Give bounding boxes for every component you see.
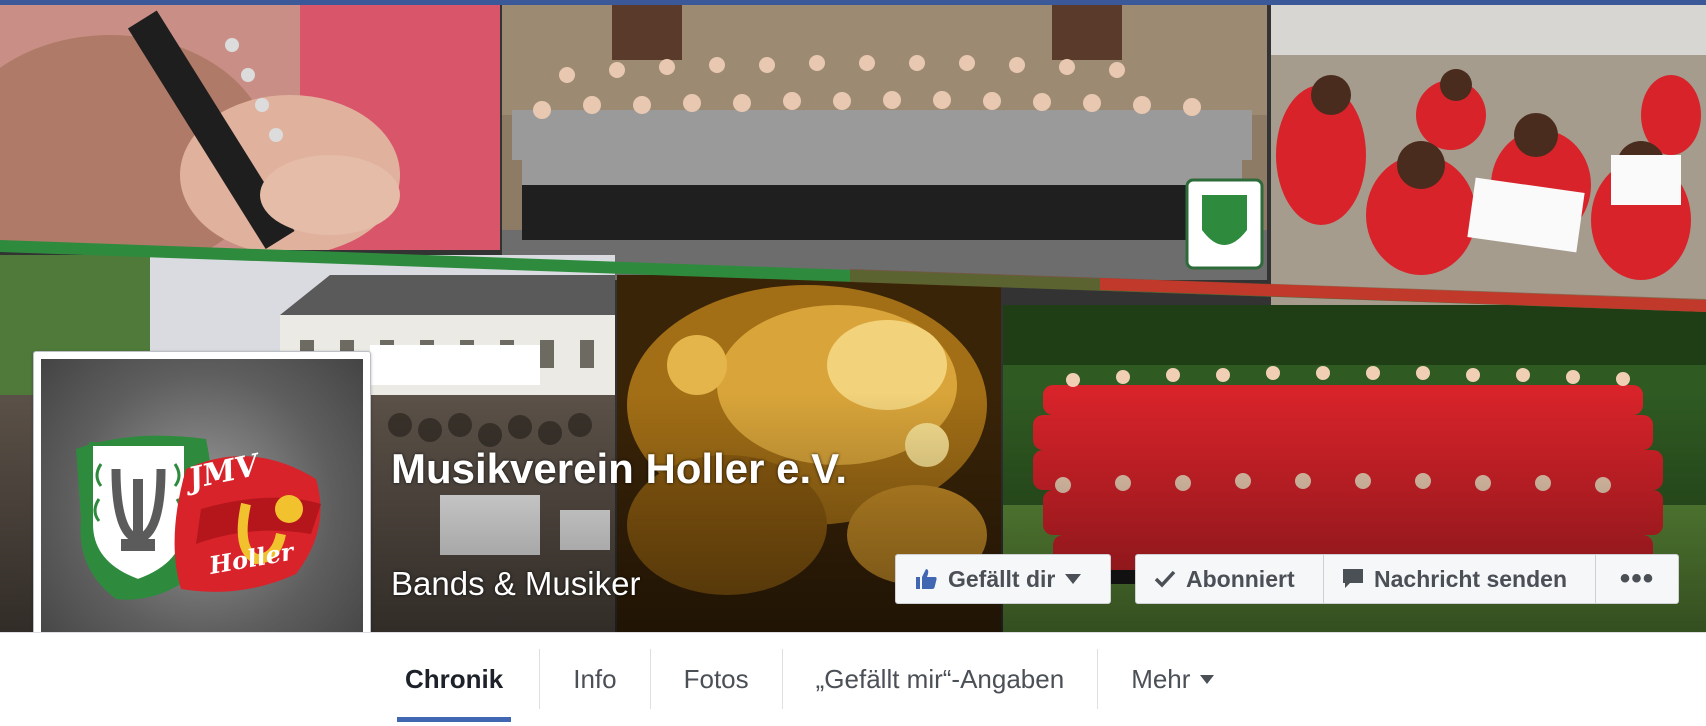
- chevron-down-icon: [1065, 574, 1082, 584]
- subscribed-button[interactable]: Abonniert: [1136, 555, 1324, 603]
- like-button-label: Gefällt dir: [948, 565, 1056, 592]
- chevron-down-icon: [1200, 675, 1215, 684]
- page-actions-group: Abonniert Nachricht senden •••: [1135, 554, 1679, 604]
- tab-mehr[interactable]: Mehr: [1098, 633, 1247, 726]
- speech-bubble-icon: [1343, 569, 1363, 588]
- more-options-button[interactable]: •••: [1596, 555, 1678, 603]
- thumbs-up-icon: [916, 569, 937, 589]
- tab-label: Fotos: [683, 664, 749, 694]
- cover-stripe: [0, 240, 1706, 312]
- tab-info[interactable]: Info: [540, 633, 649, 726]
- tab-chronik[interactable]: Chronik: [397, 633, 512, 726]
- tab-label: Mehr: [1131, 664, 1191, 694]
- tab-label: Chronik: [405, 664, 504, 694]
- tab-fotos[interactable]: Fotos: [651, 633, 782, 726]
- cover-photo-band-uniform: [502, 5, 1267, 280]
- more-icon: •••: [1619, 562, 1655, 595]
- like-button[interactable]: Gefällt dir: [895, 554, 1111, 604]
- checkmark-icon: [1154, 570, 1176, 588]
- page-nav-bar: Chronik Info Fotos „Gefällt mir“-Angaben…: [0, 632, 1706, 726]
- page-tabs: Chronik Info Fotos „Gefällt mir“-Angaben…: [397, 633, 1247, 726]
- page-category[interactable]: Bands & Musiker: [391, 565, 640, 603]
- page-title-container: Musikverein Holler e.V.: [391, 440, 871, 498]
- tab-label: Info: [573, 664, 617, 694]
- tab-label: „Gefällt mir“-Angaben: [815, 664, 1065, 694]
- send-message-button-label: Nachricht senden: [1374, 565, 1567, 592]
- subscribed-button-label: Abonniert: [1186, 565, 1295, 592]
- tab-likes[interactable]: „Gefällt mir“-Angaben: [783, 633, 1098, 726]
- cover-photo-clarinet: [0, 5, 500, 250]
- send-message-button[interactable]: Nachricht senden: [1324, 555, 1596, 603]
- page-title[interactable]: Musikverein Holler e.V.: [391, 440, 871, 498]
